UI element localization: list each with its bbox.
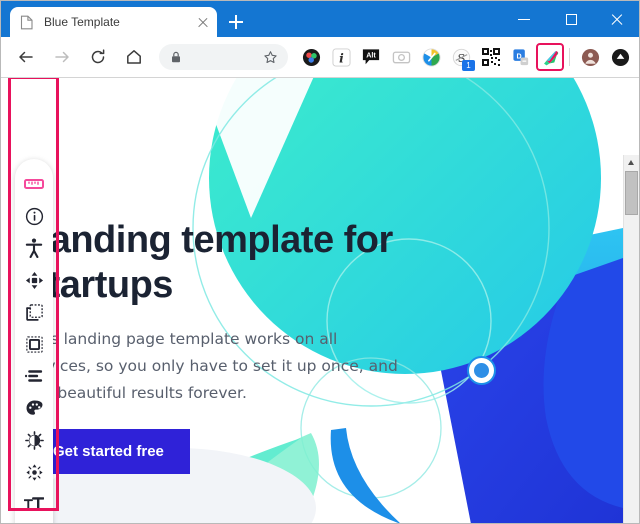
tab-title: Blue Template — [44, 15, 120, 29]
highlighter-marker-extension-icon[interactable] — [536, 43, 564, 71]
back-button[interactable] — [11, 42, 41, 72]
color-wheel-extension-icon[interactable] — [298, 44, 324, 70]
s-extension-icon[interactable]: S 1 — [448, 44, 475, 71]
forward-button[interactable] — [47, 42, 77, 72]
new-tab-button[interactable] — [223, 10, 249, 34]
contrast-icon[interactable] — [21, 427, 47, 453]
browser-window: Blue Template i Alt 1 D Landing template… — [0, 0, 640, 524]
window-controls — [503, 1, 639, 37]
close-icon[interactable] — [195, 14, 211, 30]
qr-code-extension-icon[interactable] — [478, 44, 504, 70]
accessibility-toolbar — [15, 159, 53, 523]
drag-handle-icon[interactable] — [21, 459, 47, 485]
address-bar[interactable] — [159, 44, 288, 70]
move-arrows-icon[interactable] — [21, 267, 47, 293]
page-scrollbar[interactable] — [623, 155, 639, 523]
toolbar-divider — [569, 48, 570, 66]
accessibility-person-icon[interactable] — [21, 235, 47, 261]
text-size-icon[interactable] — [21, 491, 47, 517]
chat-bubble-widget[interactable] — [467, 356, 496, 385]
reload-button[interactable] — [83, 42, 113, 72]
hero-section: Landing template for startups This landi… — [27, 218, 407, 474]
page-viewport: Landing template for startups This landi… — [1, 78, 639, 523]
palette-icon[interactable] — [21, 395, 47, 421]
profile-avatar[interactable] — [577, 44, 603, 70]
browser-tab[interactable]: Blue Template — [10, 7, 217, 37]
minimize-button[interactable] — [503, 1, 549, 37]
lock-icon — [169, 50, 183, 64]
page-title: Landing template for startups — [27, 219, 393, 306]
extension-badge: 1 — [462, 60, 475, 71]
frame-square-icon[interactable] — [21, 331, 47, 357]
reload-icon — [91, 49, 105, 64]
close-window-button[interactable] — [595, 1, 639, 37]
home-icon — [127, 50, 141, 64]
scroll-thumb[interactable] — [625, 171, 638, 215]
svg-text:Alt: Alt — [366, 51, 376, 60]
info-italic-extension-icon[interactable]: i — [328, 44, 354, 70]
page-icon — [20, 15, 34, 30]
extensions-strip: i Alt 1 D — [296, 43, 639, 71]
browser-menu-button[interactable] — [607, 44, 633, 70]
home-button[interactable] — [119, 42, 149, 72]
color-circle-extension-icon[interactable] — [418, 44, 444, 70]
scroll-up-icon[interactable] — [624, 155, 639, 170]
arrow-left-icon — [19, 51, 33, 63]
info-circle-icon[interactable] — [21, 203, 47, 229]
ruler-icon[interactable] — [21, 171, 47, 197]
arrow-right-icon — [55, 51, 69, 63]
web-page: Landing template for startups This landi… — [1, 78, 623, 523]
page-subtitle: This landing page template works on all … — [27, 330, 398, 402]
title-bar: Blue Template — [1, 1, 639, 37]
line-spacing-icon[interactable] — [21, 363, 47, 389]
clipboard-extension-icon[interactable]: D — [508, 44, 534, 70]
screenshot-extension-icon[interactable] — [388, 44, 414, 70]
svg-text:i: i — [339, 50, 344, 65]
maximize-button[interactable] — [549, 1, 595, 37]
copy-pages-icon[interactable] — [21, 299, 47, 325]
browser-toolbar: i Alt 1 D — [1, 37, 639, 78]
alt-text-extension-icon[interactable]: Alt — [358, 44, 384, 70]
star-icon[interactable] — [263, 50, 278, 65]
